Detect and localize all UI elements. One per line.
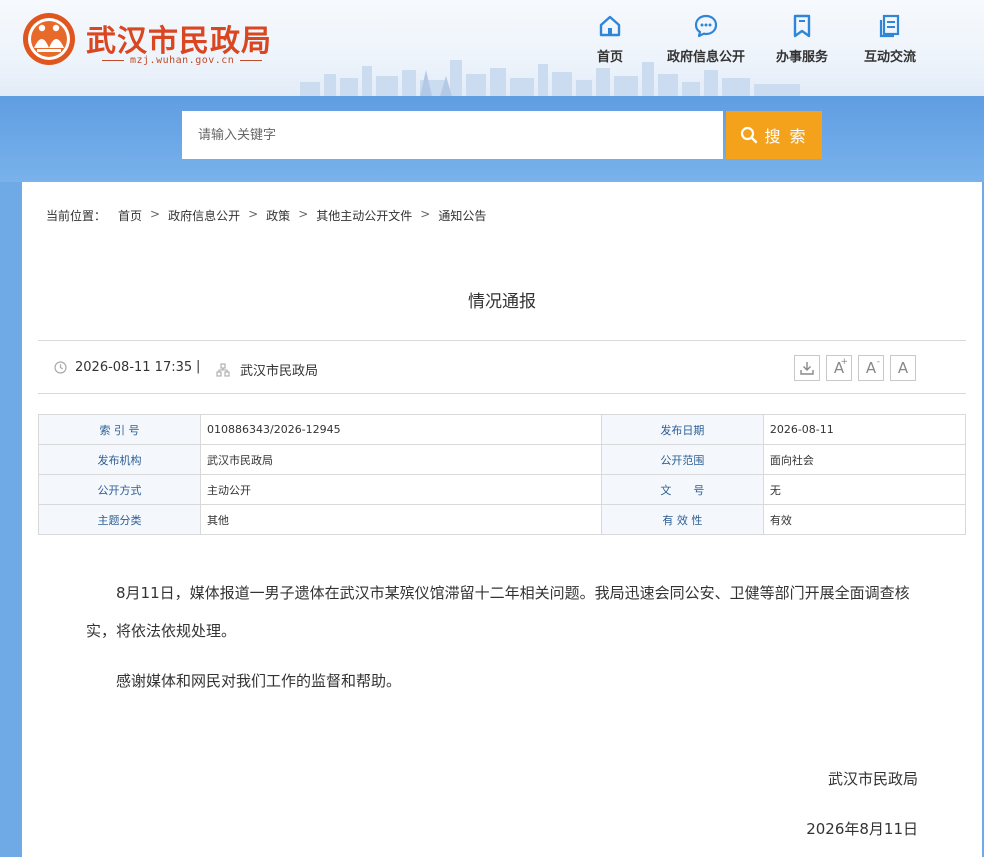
signature-organization: 武汉市民政局 <box>827 770 918 788</box>
table-row: 主题分类 其他 有 效 性 有效 <box>38 504 967 535</box>
logo-emblem-icon[interactable] <box>22 12 76 66</box>
download-icon <box>800 362 814 375</box>
body-paragraph: 感谢媒体和网民对我们工作的监督和帮助。 <box>116 672 402 690</box>
download-button[interactable] <box>794 355 820 381</box>
document-number-label: 文 号 <box>600 474 764 505</box>
content-panel: 当前位置： 首页 > 政府信息公开 > 政策 > 其他主动公开文件 > 通知公告… <box>22 182 982 857</box>
article-body: 8月11日，媒体报道一男子遗体在武汉市某殡仪馆滞留十二年相关问题。我局迅速会同公… <box>86 574 918 712</box>
article-meta-bar: 2026-08-11 17:35 | 武汉市民政局 A + A - A <box>38 340 966 394</box>
search-band: 搜 索 <box>0 96 984 182</box>
document-info-table: 索 引 号 010886343/2026-12945 发布日期 2026-08-… <box>38 414 967 535</box>
table-row: 发布机构 武汉市民政局 公开范围 面向社会 <box>38 444 967 475</box>
clock-icon <box>54 361 67 374</box>
breadcrumb-separator: > <box>248 207 259 221</box>
publish-date-value: 2026-08-11 <box>762 414 967 445</box>
topic-category-value: 其他 <box>200 504 602 535</box>
breadcrumb-gov-info[interactable]: 政府信息公开 <box>168 207 240 224</box>
breadcrumb-home[interactable]: 首页 <box>118 207 142 224</box>
chat-bubble-icon <box>694 14 718 38</box>
article-tools: A + A- A <box>788 355 916 381</box>
body-paragraph: 8月11日，媒体报道一男子遗体在武汉市某殡仪馆滞留十二年相关问题。我局迅速会同公… <box>86 584 910 640</box>
nav-gov-info[interactable]: 政府信息公开 <box>654 14 758 65</box>
site-header: 武汉市民政局 mzj.wuhan.gov.cn 首页 政府信息公开 办事服务 互… <box>0 0 984 96</box>
index-number-label: 索 引 号 <box>38 414 201 445</box>
table-row: 索 引 号 010886343/2026-12945 发布日期 2026-08-… <box>38 414 967 445</box>
publish-datetime: 2026-08-11 17:35 <box>54 360 192 375</box>
breadcrumb-notices[interactable]: 通知公告 <box>438 207 486 224</box>
search-icon <box>741 126 758 144</box>
breadcrumb-separator: > <box>420 207 431 221</box>
article-source-text: 武汉市民政局 <box>240 364 319 379</box>
search-button-label: 搜 索 <box>764 127 808 146</box>
breadcrumb: 当前位置： 首页 > 政府信息公开 > 政策 > 其他主动公开文件 > 通知公告 <box>46 207 486 224</box>
nav-services[interactable]: 办事服务 <box>758 14 846 65</box>
font-reset-button[interactable]: A <box>890 355 916 381</box>
disclosure-scope-value: 面向社会 <box>762 444 967 475</box>
organization-icon <box>216 362 230 377</box>
breadcrumb-other-files[interactable]: 其他主动公开文件 <box>316 207 412 224</box>
disclosure-scope-label: 公开范围 <box>600 444 764 475</box>
index-number-value: 010886343/2026-12945 <box>200 414 602 445</box>
site-title[interactable]: 武汉市民政局 <box>86 16 272 60</box>
publish-datetime-text: 2026-08-11 17:35 <box>75 360 193 375</box>
font-decrease-button[interactable]: A- <box>858 355 884 381</box>
topic-category-label: 主题分类 <box>38 504 201 535</box>
document-number-value: 无 <box>762 474 967 505</box>
document-icon <box>879 14 900 38</box>
font-decrease-icon: A <box>865 359 877 377</box>
nav-home[interactable]: 首页 <box>566 14 654 65</box>
bookmark-icon <box>793 14 811 38</box>
main-nav: 首页 政府信息公开 办事服务 互动交流 <box>566 14 934 65</box>
signature-date: 2026年8月11日 <box>806 820 918 838</box>
validity-value: 有效 <box>762 504 967 535</box>
font-increase-plus: + <box>840 357 848 367</box>
publish-date-label: 发布日期 <box>600 414 764 445</box>
breadcrumb-policy[interactable]: 政策 <box>266 207 290 224</box>
nav-interaction[interactable]: 互动交流 <box>846 14 934 65</box>
breadcrumb-label: 当前位置： <box>46 209 107 223</box>
font-increase-button[interactable]: A + <box>826 355 852 381</box>
article-title: 情况通报 <box>468 292 536 312</box>
validity-label: 有 效 性 <box>600 504 764 535</box>
disclosure-method-label: 公开方式 <box>38 474 201 505</box>
font-decrease-minus: - <box>876 357 880 367</box>
publisher-value: 武汉市民政局 <box>200 444 602 475</box>
article-source: 武汉市民政局 <box>216 360 318 379</box>
breadcrumb-separator: > <box>150 207 161 221</box>
search-input[interactable] <box>182 111 723 159</box>
meta-divider: | <box>196 359 201 374</box>
nav-home-label: 首页 <box>596 50 623 65</box>
site-url: mzj.wuhan.gov.cn <box>96 55 268 66</box>
publisher-label: 发布机构 <box>38 444 201 475</box>
home-icon <box>599 15 621 37</box>
font-reset-icon: A <box>897 359 909 377</box>
search-button[interactable]: 搜 索 <box>726 111 822 159</box>
nav-services-label: 办事服务 <box>775 50 828 65</box>
breadcrumb-separator: > <box>298 207 309 221</box>
disclosure-method-value: 主动公开 <box>200 474 602 505</box>
table-row: 公开方式 主动公开 文 号 无 <box>38 474 967 505</box>
nav-gov-info-label: 政府信息公开 <box>666 50 745 65</box>
nav-interaction-label: 互动交流 <box>863 50 916 65</box>
